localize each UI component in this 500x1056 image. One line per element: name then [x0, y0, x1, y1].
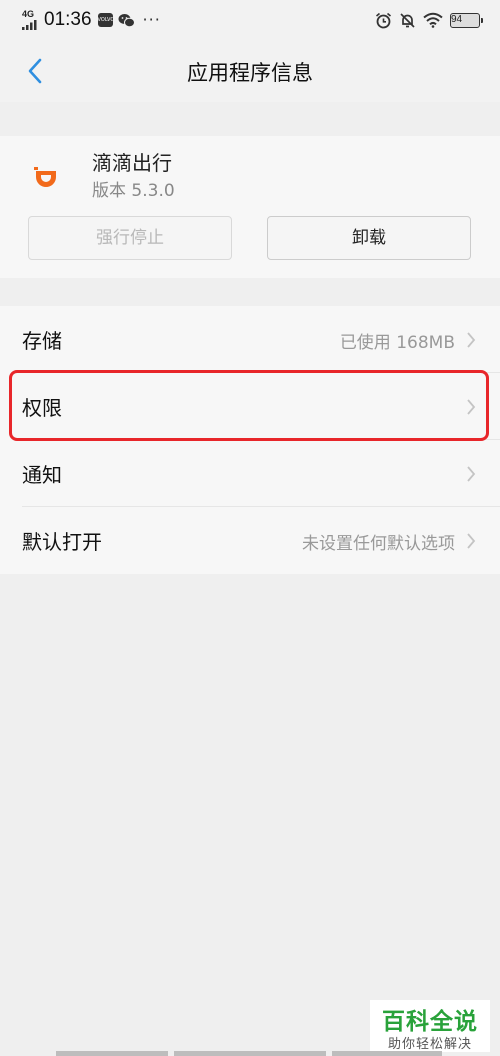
battery-icon: 94: [450, 12, 483, 28]
bell-muted-icon: [399, 12, 416, 29]
app-info-card: 滴滴出行 版本 5.3.0 强行停止 卸载: [0, 136, 500, 278]
didi-logo-icon: [28, 158, 64, 194]
status-time: 01:36: [44, 9, 92, 30]
notification-app-icon: VOLVO: [97, 13, 113, 27]
status-bar: 4G 01:36 VOLVO ··· 94: [0, 0, 500, 40]
row-label: 权限: [22, 396, 62, 420]
permissions-row[interactable]: 权限: [0, 373, 500, 440]
default-open-row[interactable]: 默认打开 未设置任何默认选项: [0, 507, 500, 574]
chevron-right-icon: [467, 399, 476, 415]
watermark-subtitle: 助你轻松解决: [387, 1037, 472, 1052]
more-notifications-icon: ···: [142, 10, 161, 29]
strip-segment: [174, 1051, 326, 1056]
chevron-right-icon: [467, 332, 476, 348]
watermark: 百科全说 助你轻松解决: [370, 1000, 490, 1052]
chevron-right-icon: [467, 533, 476, 549]
notifications-row[interactable]: 通知: [0, 440, 500, 507]
row-value: 未设置任何默认选项: [302, 534, 455, 554]
app-version: 版本 5.3.0: [92, 181, 175, 201]
strip-segment: [56, 1051, 168, 1056]
navigation-strip: [0, 1051, 500, 1056]
uninstall-button[interactable]: 卸载: [267, 216, 471, 260]
signal-icon: 4G: [22, 9, 40, 31]
app-name: 滴滴出行: [92, 151, 172, 175]
alarm-icon: [375, 12, 392, 29]
page-title: 应用程序信息: [187, 61, 313, 85]
chevron-right-icon: [467, 466, 476, 482]
wechat-icon: [118, 13, 135, 28]
watermark-title: 百科全说: [382, 1009, 478, 1035]
strip-segment: [332, 1051, 442, 1056]
storage-row[interactable]: 存储 已使用 168MB: [0, 306, 500, 373]
settings-list: 存储 已使用 168MB 权限 通知 默认打开 未设置任何默认选项: [0, 306, 500, 574]
row-value: 已使用 168MB: [339, 333, 455, 353]
wifi-icon: [423, 12, 443, 28]
row-label: 存储: [22, 329, 62, 353]
network-type: 4G: [22, 9, 35, 19]
row-label: 默认打开: [22, 530, 102, 554]
row-label: 通知: [22, 463, 62, 487]
force-stop-button[interactable]: 强行停止: [28, 216, 232, 260]
title-bar: 应用程序信息: [0, 40, 500, 102]
